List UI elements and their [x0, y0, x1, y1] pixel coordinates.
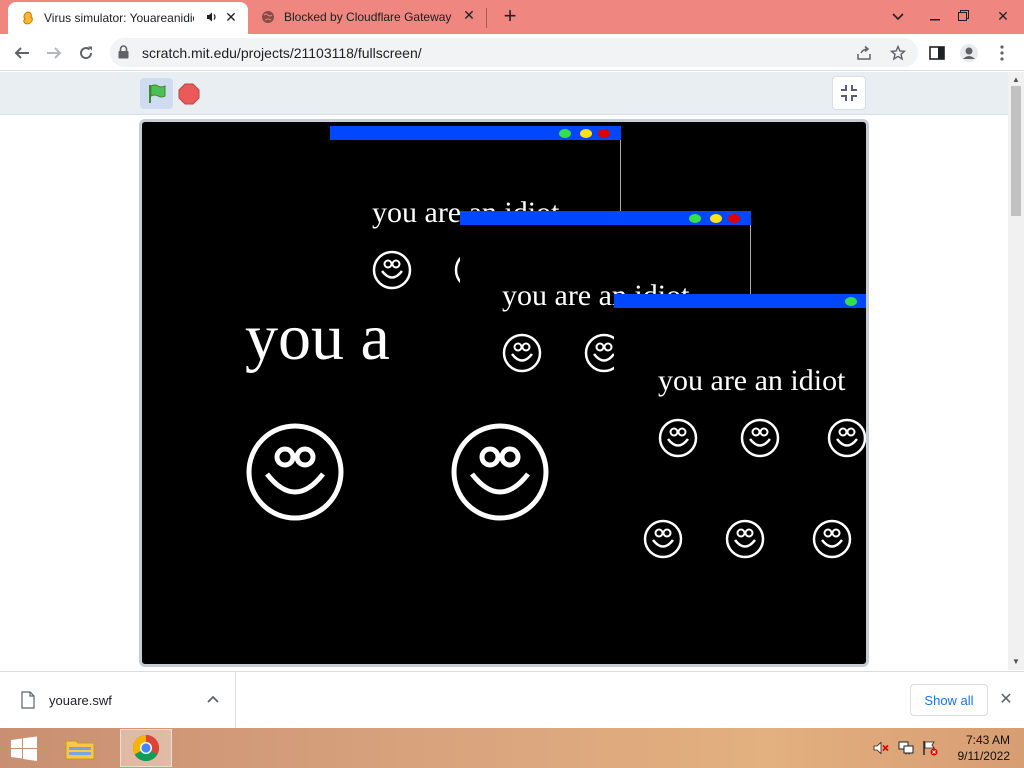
tab-title: Blocked by Cloudflare Gateway	[284, 10, 452, 24]
big-smiley-icon	[450, 422, 550, 527]
red-dot-icon[interactable]	[598, 129, 610, 138]
green-dot-icon[interactable]	[689, 214, 701, 223]
lock-icon[interactable]	[118, 45, 129, 64]
new-tab-button[interactable]: +	[498, 5, 522, 29]
scratch-favicon-icon	[20, 10, 36, 26]
file-icon	[21, 691, 35, 714]
green-dot-icon[interactable]	[845, 297, 857, 306]
popup-title-bar[interactable]	[460, 211, 751, 225]
reload-icon[interactable]	[73, 40, 99, 66]
page-content: you a you are an idiot	[0, 72, 1008, 670]
url-text: scratch.mit.edu/projects/21103118/fullsc…	[142, 45, 422, 61]
tab-separator	[486, 8, 487, 28]
page-scrollbar[interactable]: ▲ ▼	[1008, 72, 1024, 670]
tab-title: Virus simulator: Youareanidio	[44, 11, 194, 25]
idiot-popup[interactable]: you are an idiot	[614, 294, 866, 612]
yellow-dot-icon[interactable]	[580, 129, 592, 138]
clock-date: 9/11/2022	[957, 749, 1011, 763]
chrome-icon[interactable]	[120, 729, 172, 767]
action-center-flag-icon[interactable]	[922, 740, 938, 756]
share-icon[interactable]	[854, 43, 874, 63]
network-icon[interactable]	[898, 740, 914, 756]
red-dot-icon[interactable]	[728, 214, 740, 223]
address-bar[interactable]: scratch.mit.edu/projects/21103118/fullsc…	[110, 38, 918, 67]
minimize-icon[interactable]	[920, 2, 950, 30]
scroll-down-arrow-icon[interactable]: ▼	[1008, 656, 1024, 668]
windows-taskbar: 7:43 AM 9/11/2022	[0, 728, 1024, 768]
download-shelf: youare.swf Show all ✕	[0, 671, 1024, 729]
big-smiley-icon	[245, 422, 345, 527]
volume-muted-icon[interactable]	[873, 740, 889, 756]
clock-time: 7:43 AM	[965, 733, 1010, 747]
speaker-icon[interactable]	[206, 11, 218, 26]
popup-text: you are an idiot	[658, 364, 846, 397]
exit-fullscreen-icon	[841, 85, 857, 101]
smiley-icon	[658, 418, 698, 463]
download-file-name: youare.swf	[49, 693, 112, 708]
tab-strip: Virus simulator: Youareanidio ✕ Blocked …	[0, 0, 1024, 34]
profile-avatar-icon[interactable]	[957, 41, 981, 65]
smiley-icon	[502, 333, 542, 378]
popup-title-bar[interactable]	[614, 294, 866, 308]
windows-start-icon[interactable]	[10, 736, 38, 762]
menu-kebab-icon[interactable]	[990, 41, 1014, 65]
smiley-icon	[725, 519, 765, 564]
download-shelf-close-icon[interactable]: ✕	[996, 690, 1016, 710]
back-arrow-icon[interactable]	[9, 40, 35, 66]
smiley-icon	[812, 519, 852, 564]
green-dot-icon[interactable]	[559, 129, 571, 138]
tab-blocked-cloudflare[interactable]: Blocked by Cloudflare Gateway ✕	[250, 0, 486, 34]
yellow-dot-icon[interactable]	[710, 214, 722, 223]
scroll-thumb[interactable]	[1011, 86, 1021, 216]
system-clock[interactable]: 7:43 AM 9/11/2022	[950, 732, 1011, 764]
chevron-up-icon[interactable]	[204, 690, 222, 708]
scroll-up-arrow-icon[interactable]: ▲	[1008, 74, 1024, 86]
download-item[interactable]: youare.swf	[0, 672, 236, 729]
tab-close-icon[interactable]: ✕	[460, 6, 478, 24]
scratch-controls-bar	[0, 72, 1008, 115]
green-flag-button[interactable]	[140, 78, 173, 109]
smiley-icon	[372, 250, 412, 295]
popup-title-bar[interactable]	[330, 126, 621, 140]
tab-search-chevron-icon[interactable]	[883, 2, 913, 30]
smiley-icon	[827, 418, 866, 463]
forward-arrow-icon[interactable]	[41, 40, 67, 66]
show-all-button[interactable]: Show all	[910, 684, 988, 716]
tab-virus-simulator[interactable]: Virus simulator: Youareanidio ✕	[8, 2, 248, 34]
restore-icon[interactable]	[948, 2, 978, 30]
globe-icon	[260, 9, 276, 25]
side-panel-icon[interactable]	[925, 41, 949, 65]
exit-fullscreen-button[interactable]	[832, 76, 866, 110]
tab-close-icon[interactable]: ✕	[222, 8, 240, 26]
smiley-icon	[643, 519, 683, 564]
file-explorer-icon[interactable]	[58, 729, 102, 767]
stop-button[interactable]	[177, 82, 201, 106]
scratch-stage[interactable]: you a you are an idiot	[139, 119, 869, 667]
smiley-icon	[740, 418, 780, 463]
window-close-icon[interactable]: ✕	[988, 2, 1018, 30]
bookmark-star-icon[interactable]	[888, 43, 908, 63]
browser-toolbar: scratch.mit.edu/projects/21103118/fullsc…	[0, 34, 1024, 71]
